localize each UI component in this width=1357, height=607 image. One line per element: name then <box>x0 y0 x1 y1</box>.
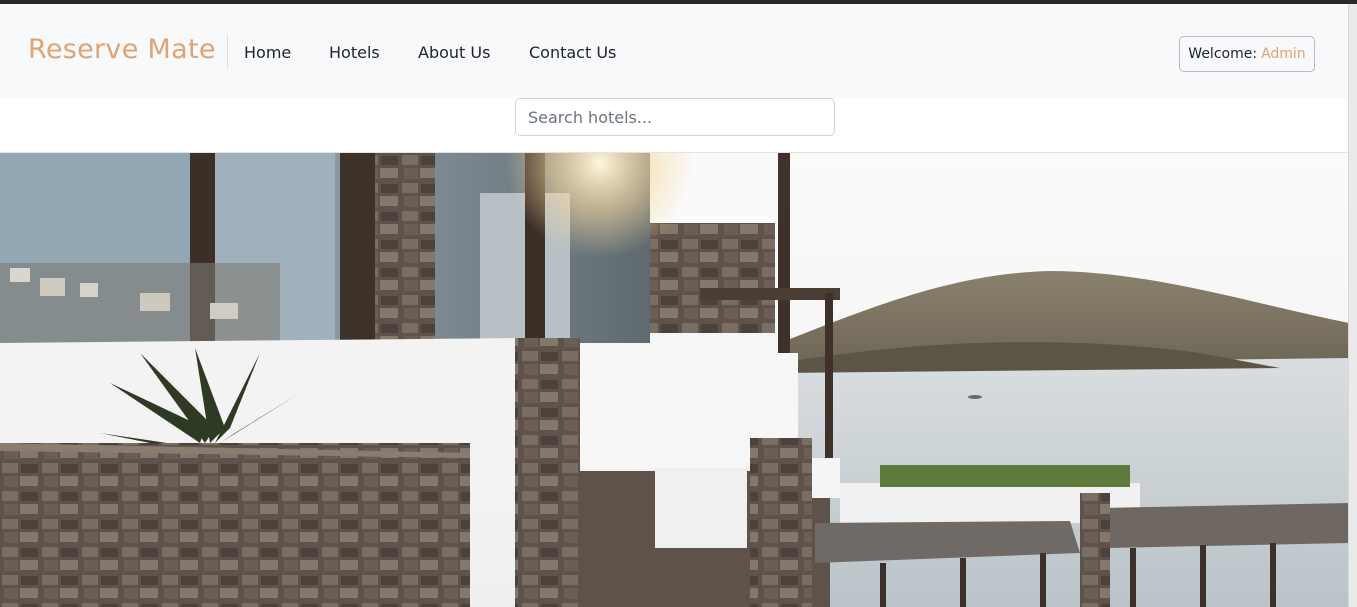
page-scrollbar[interactable] <box>1348 4 1357 607</box>
search-bar-row <box>0 98 1349 153</box>
nav-link-contact-us[interactable]: Contact Us <box>529 43 616 62</box>
brand-divider <box>227 34 228 68</box>
welcome-label: Welcome: <box>1188 46 1258 62</box>
nav-link-hotels[interactable]: Hotels <box>329 43 380 62</box>
nav-link-about-us[interactable]: About Us <box>418 43 490 62</box>
nav-link-home[interactable]: Home <box>244 43 291 62</box>
brand-logo[interactable]: Reserve Mate <box>28 34 216 65</box>
hero-image <box>0 153 1349 607</box>
welcome-user-button[interactable]: Welcome: Admin <box>1179 36 1315 72</box>
hotel-photo <box>0 153 1349 607</box>
welcome-username: Admin <box>1261 46 1306 62</box>
search-input[interactable] <box>515 98 835 136</box>
navbar: Reserve Mate Home Hotels About Us Contac… <box>0 4 1349 98</box>
